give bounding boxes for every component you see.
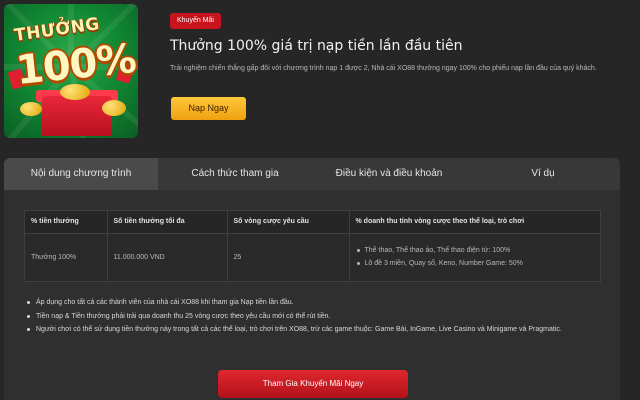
- max-bonus-cell: 11.000.000 VND: [107, 232, 228, 281]
- tab-how-to-join[interactable]: Cách thức tham gia: [158, 158, 312, 190]
- rounds-cell: 25: [227, 232, 350, 281]
- tab-examples[interactable]: Ví dụ: [466, 158, 620, 190]
- deposit-now-button[interactable]: Nạp Ngay: [171, 97, 246, 120]
- promo-banner-image: THƯỞNG 100%: [4, 4, 138, 138]
- table-row: Thưởng 100% 11.000.000 VND 25 Thể thao, …: [25, 232, 600, 281]
- revenue-item: Thể thao, Thể thao ảo, Thể thao điện tử:…: [356, 244, 595, 257]
- column-header: Số tiền thưởng tối đa: [107, 211, 228, 233]
- gold-coin-icon: [102, 100, 126, 116]
- note-item: Tiền nạp & Tiền thưởng phải trải qua doa…: [26, 310, 606, 324]
- note-item: Người chơi có thể sử dụng tiền thưởng nà…: [26, 323, 606, 337]
- tab-program-content[interactable]: Nội dung chương trình: [4, 158, 158, 190]
- bonus-table: % tiền thưởng Số tiền thưởng tối đa Số v…: [24, 210, 601, 282]
- promo-description: Trải nghiệm chiến thắng gấp đôi với chươ…: [170, 65, 597, 72]
- column-header: % tiền thưởng: [25, 211, 108, 233]
- gold-coin-icon: [20, 102, 42, 116]
- gift-box-icon: [42, 96, 112, 136]
- promo-notes: Áp dụng cho tất cả các thành viên của nh…: [26, 296, 606, 337]
- promo-tag: Khuyến Mãi: [170, 13, 221, 29]
- column-header: % doanh thu tính vòng cược theo thể loại…: [349, 211, 600, 233]
- tab-terms-conditions[interactable]: Điều kiện và điều khoản: [312, 158, 466, 190]
- tab-bar: Nội dung chương trình Cách thức tham gia…: [4, 158, 620, 190]
- promo-details-panel: Nội dung chương trình Cách thức tham gia…: [4, 158, 620, 400]
- column-header: Số vòng cược yêu cầu: [227, 211, 350, 233]
- revenue-item: Lô đề 3 miền, Quay số, Keno, Number Game…: [356, 257, 595, 270]
- join-promo-button[interactable]: Tham Gia Khuyến Mãi Ngay: [218, 370, 408, 398]
- revenue-cell: Thể thao, Thể thao ảo, Thể thao điện tử:…: [349, 232, 600, 281]
- promo-title: Thưởng 100% giá trị nạp tiền lần đầu tiê…: [170, 38, 463, 54]
- table-header-row: % tiền thưởng Số tiền thưởng tối đa Số v…: [25, 211, 600, 233]
- banner-percent: 100%: [13, 35, 138, 95]
- note-item: Áp dụng cho tất cả các thành viên của nh…: [26, 296, 606, 310]
- bonus-percent-cell: Thưởng 100%: [25, 232, 108, 281]
